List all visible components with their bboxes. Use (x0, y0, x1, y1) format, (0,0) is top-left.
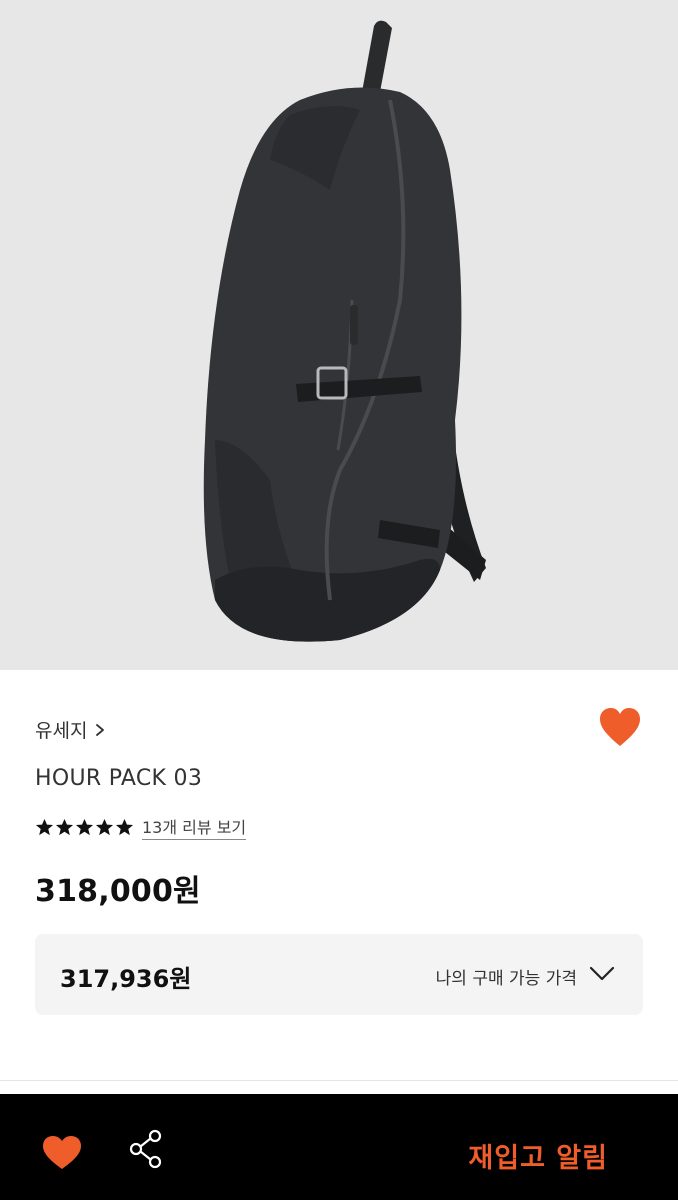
rating-row: 13개 리뷰 보기 (35, 814, 247, 840)
review-link[interactable]: 13개 리뷰 보기 (142, 814, 247, 840)
my-price-label: 나의 구매 가능 가격 (435, 969, 577, 989)
brand-link[interactable]: 유세지 (35, 716, 107, 743)
product-image (0, 0, 678, 670)
star-icon (35, 818, 54, 835)
my-price-dropdown[interactable]: 317,936원 나의 구매 가능 가격 (35, 934, 643, 1015)
brand-name: 유세지 (35, 720, 88, 742)
product-name: HOUR PACK 03 (35, 766, 203, 791)
star-icon (95, 818, 114, 835)
my-price-value: 317,936원 (60, 965, 192, 993)
product-info: 유세지 HOUR PACK 03 13개 리뷰 보기 318,000원 317,… (0, 670, 678, 1095)
restock-alert-button[interactable]: 재입고 알림 (468, 1136, 608, 1175)
divider (0, 1080, 678, 1081)
star-icon (115, 818, 134, 835)
star-rating (35, 818, 134, 837)
wishlist-heart-icon[interactable] (42, 1135, 82, 1171)
share-icon[interactable] (128, 1129, 164, 1169)
heart-icon[interactable] (598, 706, 642, 750)
product-price: 318,000원 (35, 874, 201, 909)
bottom-action-bar: 재입고 알림 (0, 1094, 678, 1200)
star-icon (75, 818, 94, 835)
backpack-illustration (203, 20, 486, 642)
chevron-right-icon (96, 723, 105, 736)
chevron-down-icon (589, 966, 615, 981)
star-icon (55, 818, 74, 835)
